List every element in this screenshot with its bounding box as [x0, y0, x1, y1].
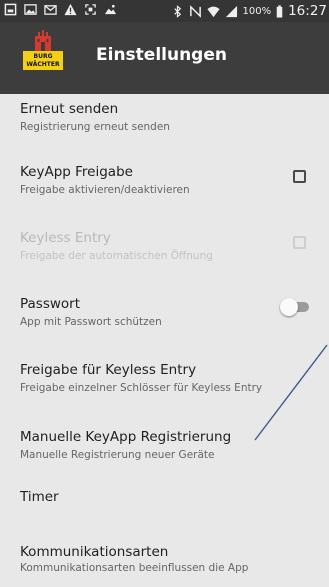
- setting-manuelle-registrierung[interactable]: Manuelle KeyApp Registrierung Manuelle R…: [0, 406, 329, 470]
- app-toolbar: BURG WÄCHTER Einstellungen: [0, 22, 329, 94]
- setting-keyless-entry: Keyless Entry Freigabe der automatischen…: [0, 208, 329, 274]
- setting-summary: App mit Passwort schützen: [20, 316, 162, 328]
- setting-title: Kommunikationsarten: [20, 544, 169, 560]
- logo-text-line2: WÄCHTER: [26, 61, 60, 68]
- battery-full-icon: [276, 4, 283, 18]
- setting-freigabe-keyless-entry[interactable]: Freigabe für Keyless Entry Freigabe einz…: [0, 340, 329, 406]
- page-title: Einstellungen: [96, 45, 227, 65]
- system-icons: 100% 16:27: [171, 3, 327, 19]
- switch-thumb: [280, 298, 298, 316]
- setting-summary: Freigabe einzelner Schlösser für Keyless…: [20, 382, 263, 394]
- setting-summary: Registrierung erneut senden: [20, 121, 170, 133]
- setting-summary: Manuelle Registrierung neuer Geräte: [20, 449, 215, 461]
- battery-percentage: 100%: [242, 5, 272, 17]
- logo-text-line1: BURG: [33, 53, 53, 60]
- setting-title: Timer: [20, 489, 59, 505]
- clock: 16:27: [288, 3, 327, 19]
- setting-title: Keyless Entry: [20, 230, 111, 246]
- logo-bar: BURG WÄCHTER: [23, 51, 63, 70]
- setting-title: Passwort: [20, 296, 81, 312]
- mail-icon: [44, 3, 57, 16]
- setting-title: KeyApp Freigabe: [20, 164, 133, 180]
- setting-erneut-senden[interactable]: Erneut senden Registrierung erneut sende…: [0, 94, 329, 142]
- setting-summary: Freigabe aktivieren/deaktivieren: [20, 184, 190, 196]
- photo-icon: [104, 3, 117, 16]
- settings-list: Erneut senden Registrierung erneut sende…: [0, 94, 329, 579]
- warning-icon: [64, 3, 77, 16]
- bluetooth-icon: [171, 4, 184, 18]
- setting-title: Erneut senden: [20, 101, 119, 117]
- nfc-icon: [189, 4, 202, 18]
- setting-kommunikationsarten[interactable]: Kommunikationsarten Kommunikationsarten …: [0, 524, 329, 579]
- castle-emblem-icon: [35, 30, 51, 51]
- setting-title: Freigabe für Keyless Entry: [20, 362, 197, 378]
- setting-title: Manuelle KeyApp Registrierung: [20, 429, 232, 445]
- wifi-icon: [206, 5, 220, 18]
- setting-summary: Kommunikationsarten beeinflussen die App: [20, 562, 249, 574]
- setting-keyapp-freigabe[interactable]: KeyApp Freigabe Freigabe aktivieren/deak…: [0, 142, 329, 208]
- checkbox-outline-icon: [4, 3, 17, 16]
- notification-icons: [4, 3, 117, 16]
- keyless-entry-checkbox: [293, 236, 306, 249]
- screenshot-icon: [84, 3, 97, 16]
- setting-passwort[interactable]: Passwort App mit Passwort schützen: [0, 274, 329, 340]
- status-bar: 100% 16:27: [0, 0, 329, 22]
- keyapp-freigabe-checkbox[interactable]: [293, 170, 306, 183]
- signal-icon: [225, 5, 238, 18]
- passwort-switch[interactable]: [280, 298, 310, 316]
- image-icon: [24, 3, 37, 16]
- setting-timer[interactable]: Timer: [0, 470, 329, 524]
- setting-summary: Freigabe der automatischen Öffnung: [20, 250, 213, 262]
- burg-waechter-logo[interactable]: BURG WÄCHTER: [21, 29, 65, 79]
